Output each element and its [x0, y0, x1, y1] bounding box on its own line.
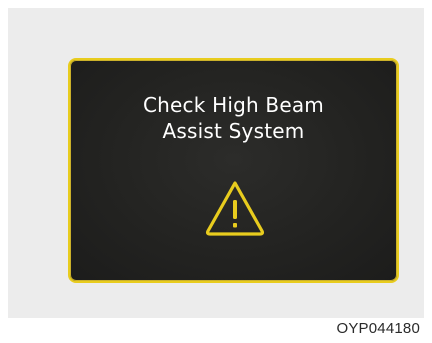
warning-triangle-icon — [205, 181, 265, 236]
warning-message-line-1: Check High Beam — [143, 93, 324, 117]
cluster-display-screen: Check High Beam Assist System — [68, 58, 399, 283]
figure-code-caption: OYP044180 — [336, 320, 420, 337]
warning-message-line-2: Assist System — [162, 119, 305, 143]
